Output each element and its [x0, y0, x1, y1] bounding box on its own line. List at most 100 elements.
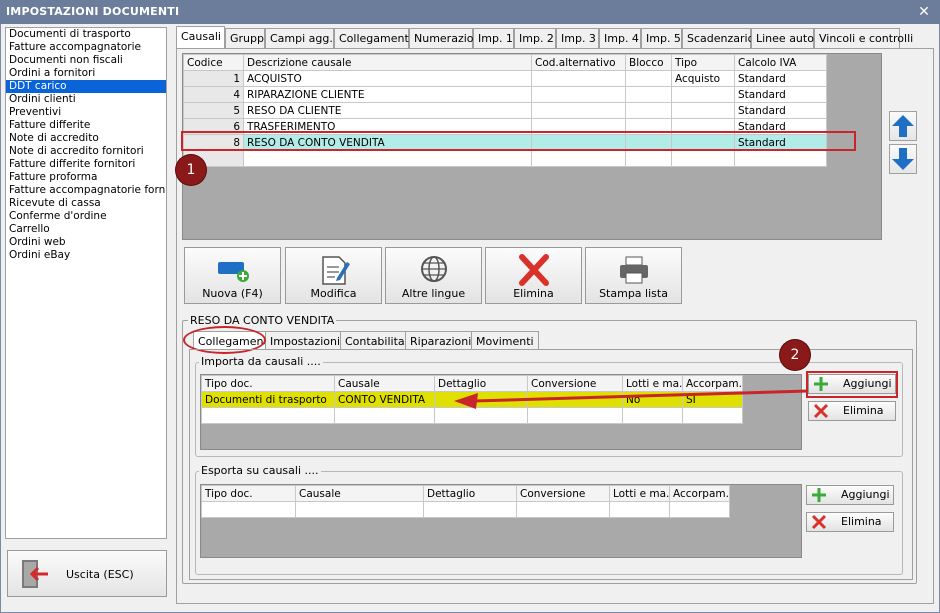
- empty-row[interactable]: [183, 150, 827, 167]
- subtab-movimenti[interactable]: Movimenti: [471, 331, 539, 350]
- column-header[interactable]: Dettaglio: [423, 485, 517, 502]
- column-header[interactable]: Codice: [183, 54, 244, 71]
- move-down-button[interactable]: [889, 144, 917, 174]
- document-type-item[interactable]: Carrello: [6, 223, 166, 236]
- table-cell: [201, 501, 296, 518]
- exit-button[interactable]: Uscita (ESC): [7, 550, 167, 597]
- table-row[interactable]: 4 RIPARAZIONE CLIENTE Standard: [183, 86, 827, 103]
- tab-imp-2[interactable]: Imp. 2: [514, 28, 556, 49]
- table-cell: [243, 150, 532, 167]
- subtab-contabilita[interactable]: Contabilita': [340, 331, 413, 350]
- column-header[interactable]: Descrizione causale: [243, 54, 532, 71]
- table-cell: [671, 150, 735, 167]
- edit-pencil-icon: [321, 256, 350, 285]
- column-header[interactable]: Blocco: [625, 54, 672, 71]
- column-header[interactable]: Tipo: [671, 54, 735, 71]
- table-cell: [625, 86, 672, 103]
- subtab-impostazioni[interactable]: Impostazioni: [265, 331, 346, 350]
- export-grid[interactable]: Tipo doc. Causale Dettaglio Conversione Lott…: [200, 484, 802, 558]
- document-type-list[interactable]: Documenti di trasporto Fatture accompagna…: [5, 27, 167, 539]
- annotation-highlight-box: [181, 131, 856, 151]
- tab-gruppi[interactable]: Gruppi: [225, 28, 267, 49]
- column-header[interactable]: Causale: [334, 375, 435, 392]
- window-title: IMPOSTAZIONI DOCUMENTI: [0, 0, 940, 24]
- table-cell: Standard: [734, 86, 827, 103]
- tab-imp-4[interactable]: Imp. 4: [599, 28, 641, 49]
- column-header[interactable]: Causale: [295, 485, 424, 502]
- detail-group-title: RESO DA CONTO VENDITA: [188, 314, 337, 327]
- table-cell: [625, 150, 672, 167]
- document-type-item[interactable]: Fatture accompagnatorie fornito: [6, 184, 166, 197]
- other-languages-button[interactable]: Altre lingue: [385, 247, 482, 304]
- tab-imp-1[interactable]: Imp. 1: [473, 28, 514, 49]
- empty-row[interactable]: [201, 501, 730, 518]
- column-header[interactable]: Accorpam...: [669, 485, 730, 502]
- document-type-item[interactable]: Note di accredito: [6, 132, 166, 145]
- table-cell: [671, 86, 735, 103]
- table-cell: [669, 501, 730, 518]
- document-type-item[interactable]: Preventivi: [6, 106, 166, 119]
- move-up-button[interactable]: [889, 111, 917, 141]
- document-type-item[interactable]: Ordini a fornitori: [6, 67, 166, 80]
- document-type-item[interactable]: Ricevute di cassa: [6, 197, 166, 210]
- export-table[interactable]: Tipo doc. Causale Dettaglio Conversione Lott…: [201, 485, 730, 518]
- column-header[interactable]: Tipo doc.: [201, 485, 296, 502]
- red-x-icon: [518, 254, 549, 286]
- table-cell: [531, 150, 626, 167]
- tab-numerazioni[interactable]: Numerazioni: [409, 28, 484, 49]
- tab-campi-agg[interactable]: Campi agg.: [265, 28, 334, 49]
- arrow-down-icon: [892, 148, 914, 170]
- column-header[interactable]: Cod.alternativo: [531, 54, 626, 71]
- document-type-item[interactable]: Note di accredito fornitori: [6, 145, 166, 158]
- print-list-button[interactable]: Stampa lista: [585, 247, 682, 304]
- print-list-button-label: Stampa lista: [599, 287, 668, 300]
- tab-scadenzario[interactable]: Scadenzario: [682, 28, 754, 49]
- table-cell: Documenti di trasporto: [201, 391, 335, 408]
- tab-vincoli-e-controlli[interactable]: Vincoli e controlli: [814, 28, 913, 49]
- tab-causali[interactable]: Causali: [176, 26, 225, 49]
- import-delete-button[interactable]: Elimina: [808, 401, 896, 421]
- close-icon[interactable]: ✕: [916, 4, 932, 20]
- tab-collegamenti[interactable]: Collegamenti: [334, 28, 412, 49]
- column-header[interactable]: Conversione: [516, 485, 610, 502]
- new-button-label: Nuova (F4): [202, 287, 263, 300]
- document-type-item[interactable]: DDT carico: [6, 80, 166, 93]
- export-add-label: Aggiungi: [841, 488, 890, 501]
- tab-linee-auto[interactable]: Linee auto: [751, 28, 814, 49]
- arrow-up-icon: [892, 115, 914, 137]
- column-header[interactable]: Lotti e ma...: [609, 485, 670, 502]
- printer-icon: [619, 256, 648, 284]
- table-row[interactable]: 1 ACQUISTO Acquisto Standard: [183, 70, 827, 87]
- table-row[interactable]: 5 RESO DA CLIENTE Standard: [183, 102, 827, 119]
- subtab-riparazioni[interactable]: Riparazioni: [405, 331, 477, 350]
- table-cell: ACQUISTO: [243, 70, 532, 87]
- export-add-button[interactable]: Aggiungi: [806, 485, 894, 505]
- document-type-item[interactable]: Fatture differite: [6, 119, 166, 132]
- edit-button[interactable]: Modifica: [285, 247, 382, 304]
- tab-imp-5[interactable]: Imp. 5: [641, 28, 682, 49]
- document-type-item[interactable]: Conferme d'ordine: [6, 210, 166, 223]
- document-type-item[interactable]: Ordini web: [6, 236, 166, 249]
- document-type-item[interactable]: Documenti non fiscali: [6, 54, 166, 67]
- red-x-icon: [811, 514, 827, 530]
- tab-imp-3[interactable]: Imp. 3: [556, 28, 599, 49]
- document-type-item[interactable]: Fatture proforma: [6, 171, 166, 184]
- delete-button[interactable]: Elimina: [485, 247, 582, 304]
- annotation-arrow: [454, 389, 809, 409]
- table-cell: [531, 102, 626, 119]
- table-cell: [516, 501, 610, 518]
- table-cell: [531, 70, 626, 87]
- document-type-item[interactable]: Documenti di trasporto: [6, 28, 166, 41]
- export-delete-button[interactable]: Elimina: [806, 512, 894, 532]
- new-button[interactable]: Nuova (F4): [184, 247, 281, 304]
- other-languages-button-label: Altre lingue: [401, 287, 466, 300]
- column-header[interactable]: Tipo doc.: [201, 375, 335, 392]
- document-type-item[interactable]: Fatture differite fornitori: [6, 158, 166, 171]
- document-type-item[interactable]: Fatture accompagnatorie: [6, 41, 166, 54]
- document-type-item[interactable]: Ordini clienti: [6, 93, 166, 106]
- table-cell: RESO DA CLIENTE: [243, 102, 532, 119]
- export-fieldset-title: Esporta su causali ....: [199, 464, 321, 477]
- document-type-item[interactable]: Ordini eBay: [6, 249, 166, 262]
- table-cell: 4: [183, 86, 244, 103]
- column-header[interactable]: Calcolo IVA: [734, 54, 827, 71]
